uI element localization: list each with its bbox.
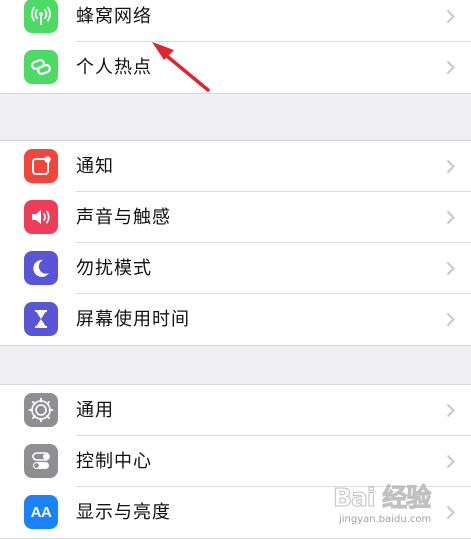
personal-hotspot-link-icon <box>24 50 58 84</box>
settings-row-label: 通用 <box>76 400 114 421</box>
settings-row-label: 控制中心 <box>76 451 152 472</box>
settings-row-label: 显示与亮度 <box>76 502 171 523</box>
settings-row-general[interactable]: 通用 <box>0 385 471 436</box>
settings-row-sounds-haptics[interactable]: 声音与触感 <box>0 192 471 243</box>
hourglass-icon <box>24 302 58 336</box>
chevron-right-icon <box>443 385 457 436</box>
gear-icon <box>24 393 58 427</box>
settings-row-label: 通知 <box>76 156 114 177</box>
settings-group-notifications: 通知 声音与触感 勿扰模式 屏幕使用时间 <box>0 140 471 346</box>
settings-row-notifications[interactable]: 通知 <box>0 141 471 192</box>
watermark-url: jingyan.baidu.com <box>339 514 432 525</box>
notifications-icon <box>24 149 58 183</box>
settings-row-label: 勿扰模式 <box>76 258 152 279</box>
toggle-switches-icon <box>24 444 58 478</box>
settings-row-personal-hotspot[interactable]: 个人热点 <box>0 42 471 93</box>
watermark: Bai 经验 jingyan.baidu.com <box>305 474 465 530</box>
moon-icon <box>24 251 58 285</box>
aa-glyph: AA <box>30 503 52 521</box>
settings-row-screen-time[interactable]: 屏幕使用时间 <box>0 294 471 345</box>
settings-row-label: 声音与触感 <box>76 207 171 228</box>
chevron-right-icon <box>443 294 457 345</box>
chevron-right-icon <box>443 141 457 192</box>
chevron-right-icon <box>443 192 457 243</box>
chevron-right-icon <box>443 0 457 42</box>
settings-row-do-not-disturb[interactable]: 勿扰模式 <box>0 243 471 294</box>
text-size-aa-icon: AA <box>24 495 58 529</box>
watermark-logo: Bai 经验 <box>332 483 431 513</box>
settings-group-network: 蜂窝网络 个人热点 <box>0 0 471 94</box>
chevron-right-icon <box>443 243 457 294</box>
cellular-antenna-icon <box>24 0 58 33</box>
settings-row-label: 屏幕使用时间 <box>76 309 190 330</box>
speaker-icon <box>24 200 58 234</box>
chevron-right-icon <box>443 42 457 93</box>
red-arrow-icon <box>152 42 210 92</box>
settings-row-cellular[interactable]: 蜂窝网络 <box>0 0 471 42</box>
